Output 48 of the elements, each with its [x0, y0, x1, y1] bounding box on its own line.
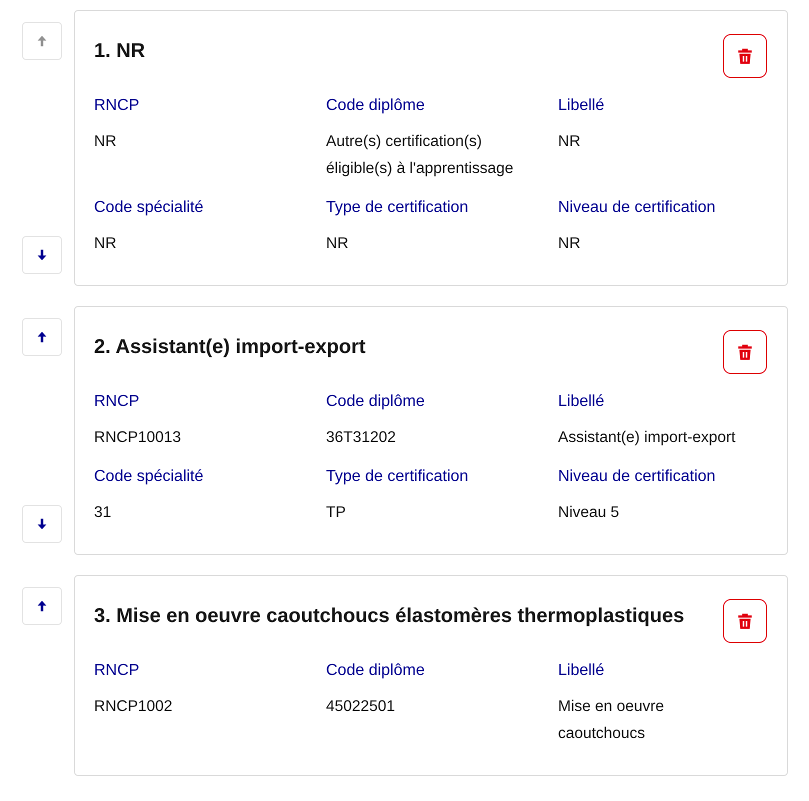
delete-button[interactable]: [723, 599, 767, 643]
move-up-button[interactable]: [22, 587, 62, 625]
card-title: 2. Assistant(e) import-export: [94, 335, 366, 360]
field-label: Code diplôme: [326, 392, 426, 412]
field-label: Code spécialité: [94, 198, 204, 218]
trash-icon: [736, 342, 754, 362]
arrow-down-icon: [35, 517, 49, 531]
delete-button[interactable]: [723, 330, 767, 374]
field-label: Libellé: [558, 661, 606, 681]
field-label: Code diplôme: [326, 96, 426, 116]
field-label: Type de certification: [326, 198, 470, 218]
field-label: Libellé: [558, 392, 606, 412]
field-value: NR: [94, 234, 118, 254]
field-label: Niveau de certification: [558, 467, 716, 487]
field-label: RNCP: [94, 96, 140, 116]
field-label: Niveau de certification: [558, 198, 716, 218]
field-value: Niveau 5: [558, 503, 620, 523]
field-value: NR: [558, 234, 582, 254]
field-label: Code diplôme: [326, 661, 426, 681]
field-value: NR: [326, 234, 350, 254]
arrow-up-icon: [35, 599, 49, 613]
field-value: 31: [94, 503, 112, 523]
field-value: 45022501: [326, 697, 396, 717]
field-value: Assistant(e) import-export: [558, 428, 736, 448]
move-up-button[interactable]: [22, 318, 62, 356]
field-value: Mise en oeuvre caoutchoucs: [558, 697, 665, 744]
arrow-up-icon: [35, 330, 49, 344]
field-value: NR: [558, 132, 582, 152]
field-label: Type de certification: [326, 467, 470, 487]
field-value: TP: [326, 503, 347, 523]
trash-icon: [736, 611, 754, 631]
field-label: Code spécialité: [94, 467, 204, 487]
field-label: RNCP: [94, 392, 140, 412]
trash-icon: [736, 46, 754, 66]
card-title: 3. Mise en oeuvre caoutchoucs élastomères thermoplastiques: [94, 604, 684, 629]
field-value: 36T31202: [326, 428, 397, 448]
delete-button[interactable]: [723, 34, 767, 78]
field-label: RNCP: [94, 661, 140, 681]
field-value: RNCP1002: [94, 697, 174, 717]
arrow-up-icon: [35, 34, 49, 48]
card-title: 1. NR: [94, 39, 146, 64]
move-down-button[interactable]: [22, 236, 62, 274]
arrow-down-icon: [35, 248, 49, 262]
move-down-button[interactable]: [22, 505, 62, 543]
field-value: Autre(s) certification(s) éligible(s) à l'apprentissage: [326, 132, 514, 179]
field-value: RNCP10013: [94, 428, 182, 448]
field-label: Libellé: [558, 96, 606, 116]
field-value: NR: [94, 132, 118, 152]
